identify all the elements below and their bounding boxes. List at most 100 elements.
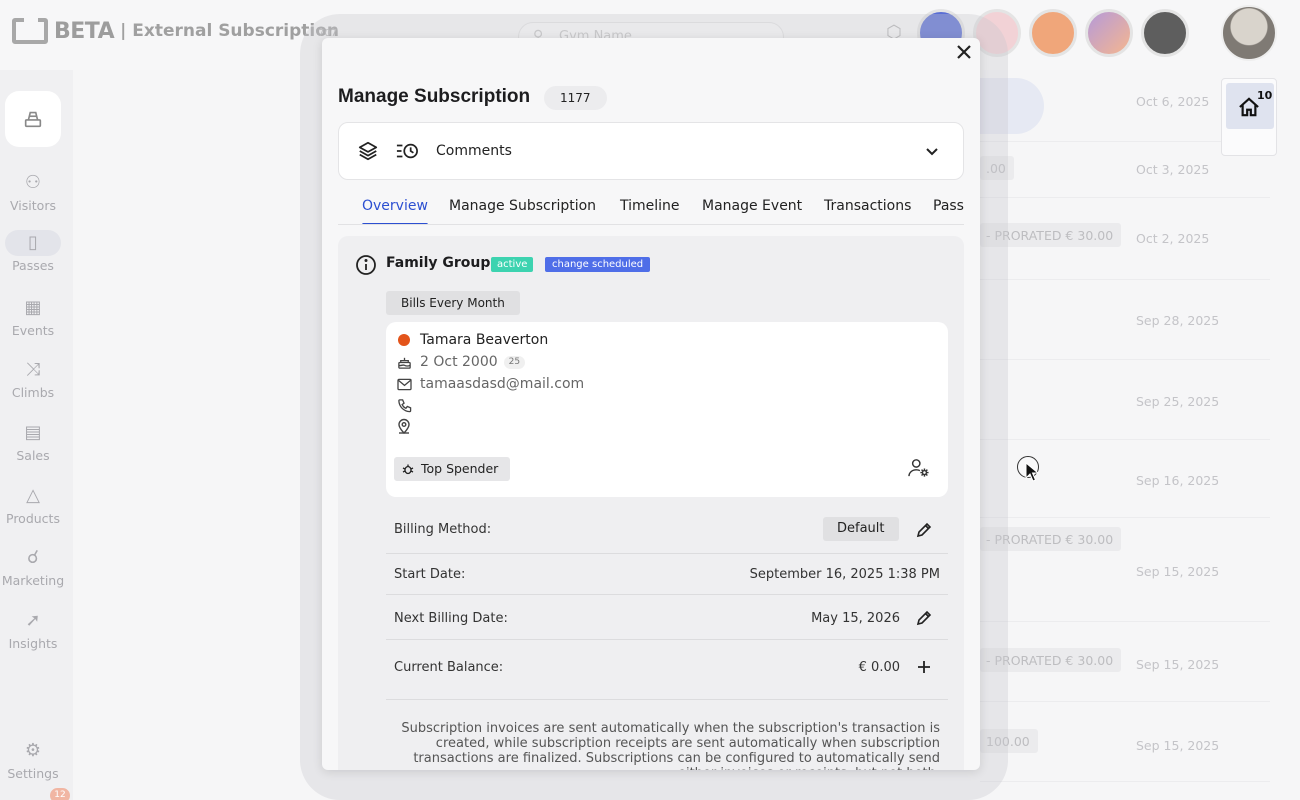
list-item[interactable]: - PRORATED € 30.00 Sep 15, 2025 (980, 518, 1270, 622)
info-icon[interactable] (355, 254, 377, 276)
list-item[interactable]: Sep 28, 2025 (980, 280, 1270, 360)
sidebar: ⚇ Visitors ▯ Passes ▦ Events ⤨ Climbs ▤ … (0, 70, 73, 800)
member-address-row (396, 418, 420, 434)
member-name-row: Tamara Beaverton (396, 332, 548, 348)
comments-panel[interactable]: Comments (338, 122, 964, 180)
comments-label: Comments (436, 143, 512, 159)
edit-billing-method-icon[interactable] (916, 522, 932, 538)
background-list: Oct 6, 2025 .00 Oct 3, 2025 - PRORATED €… (980, 70, 1270, 800)
row-date: Oct 2, 2025 (1136, 231, 1210, 246)
list-item[interactable]: Sep 16, 2025 (980, 440, 1270, 518)
occupancy-count: 10 (1257, 89, 1273, 102)
add-balance-icon[interactable] (917, 660, 931, 674)
close-button[interactable] (954, 44, 974, 64)
sidebar-item-sales[interactable]: ▤ Sales (0, 420, 66, 463)
member-email[interactable]: tamaasdasd@mail.com (420, 376, 584, 392)
member-email-row: tamaasdasd@mail.com (396, 376, 584, 392)
ticket-icon: ▯ (5, 230, 61, 256)
age-badge: 25 (503, 355, 526, 369)
member-birthday-row: 2 Oct 2000 25 (396, 354, 526, 370)
subscription-id-badge: 1177 (544, 86, 607, 110)
member-name[interactable]: Tamara Beaverton (420, 332, 548, 348)
row-date: Sep 15, 2025 (1136, 564, 1220, 579)
row-date: Sep 25, 2025 (1136, 394, 1220, 409)
row-date: Sep 28, 2025 (1136, 313, 1220, 328)
sidebar-item-climbs[interactable]: ⤨ Climbs (0, 357, 66, 400)
tab-timeline[interactable]: Timeline (620, 198, 680, 224)
billing-method-row: Billing Method: Default (386, 507, 948, 554)
tag-label: Top Spender (421, 461, 499, 476)
tab-passes[interactable]: Passes (933, 198, 964, 224)
invoice-info-note: Subscription invoices are sent automatic… (401, 721, 940, 770)
gear-icon: ⚙ (24, 740, 42, 761)
gym-avatar[interactable] (1141, 9, 1189, 57)
sidebar-item-label: Events (11, 323, 55, 338)
status-dot-icon (396, 332, 412, 348)
top-spender-tag[interactable]: Top Spender (394, 457, 511, 481)
edit-next-billing-date-icon[interactable] (916, 610, 932, 626)
widget-tile: 10 (1226, 83, 1274, 129)
billing-method-value: Default (823, 517, 899, 541)
start-date-label: Start Date: (394, 567, 466, 582)
gym-occupancy-widget[interactable]: 10 (1221, 78, 1277, 156)
current-balance-label: Current Balance: (394, 660, 504, 675)
next-billing-date-value: May 15, 2026 (811, 611, 900, 626)
sidebar-item-label: Visitors (10, 198, 56, 213)
sidebar-item-passes[interactable]: ▯ Passes (0, 230, 66, 273)
sidebar-item-visitors[interactable]: ⚇ Visitors (0, 170, 66, 213)
brand-logo[interactable]: BETA | External Subscription (12, 18, 339, 44)
member-phone-row (396, 397, 420, 413)
tab-bar: Overview Manage Subscription Timeline Ma… (338, 198, 964, 225)
mail-icon (396, 376, 412, 392)
history-icon[interactable] (395, 140, 419, 162)
next-billing-date-label: Next Billing Date: (394, 611, 508, 626)
sidebar-item-products[interactable]: △ Products (0, 483, 66, 526)
current-balance-row: Current Balance: € 0.00 (386, 640, 948, 700)
sidebar-item-marketing[interactable]: ☌ Marketing (0, 545, 66, 588)
member-birthday: 2 Oct 2000 (420, 354, 498, 370)
member-card: Tamara Beaverton 2 Oct 2000 25 tamaasdas… (386, 322, 948, 497)
home-button[interactable] (5, 91, 61, 147)
tab-overview[interactable]: Overview (362, 198, 428, 224)
tab-manage-subscription[interactable]: Manage Subscription (449, 198, 596, 224)
tab-manage-event[interactable]: Manage Event (702, 198, 802, 224)
row-date: Sep 15, 2025 (1136, 738, 1220, 753)
billing-cycle-chip: Bills Every Month (386, 291, 520, 315)
tab-transactions[interactable]: Transactions (824, 198, 911, 224)
sidebar-item-label: Products (6, 511, 60, 526)
sidebar-item-label: Sales (16, 448, 50, 463)
user-settings-icon[interactable] (908, 458, 930, 478)
sidebar-item-settings[interactable]: ⚙ Settings (0, 738, 66, 781)
sidebar-item-label: Climbs (11, 385, 55, 400)
chevron-down-icon[interactable] (924, 143, 940, 159)
list-item[interactable]: - PRORATED € 30.00 Oct 2, 2025 (980, 198, 1270, 280)
calendar-icon: ▦ (24, 297, 42, 318)
layers-icon[interactable] (357, 140, 379, 162)
sidebar-item-label: Settings (7, 766, 59, 781)
status-badge: active (491, 257, 534, 272)
sidebar-item-events[interactable]: ▦ Events (0, 295, 66, 338)
sidebar-item-insights[interactable]: ➚ Insights (0, 608, 66, 651)
close-icon (957, 45, 971, 59)
current-balance-value: € 0.00 (858, 660, 900, 675)
sidebar-item-label: Passes (12, 258, 54, 273)
route-icon: ⤨ (25, 359, 41, 380)
user-avatar[interactable] (1221, 5, 1277, 61)
start-date-row: Start Date: September 16, 2025 1:38 PM (386, 554, 948, 595)
list-item[interactable]: - PRORATED € 30.00 Sep 15, 2025 (980, 622, 1270, 702)
list-item[interactable]: Sep 25, 2025 (980, 360, 1270, 440)
row-date: Oct 6, 2025 (1136, 94, 1210, 109)
manage-subscription-modal: Manage Subscription 1177 Comments Overvi… (322, 38, 980, 770)
row-date: Sep 15, 2025 (1136, 657, 1220, 672)
phone-icon (396, 397, 412, 413)
billing-method-label: Billing Method: (394, 522, 492, 537)
gym-avatar[interactable] (1029, 9, 1077, 57)
logo-mark-icon (12, 18, 48, 44)
start-date-value: September 16, 2025 1:38 PM (749, 567, 940, 582)
gym-avatar[interactable] (1085, 9, 1133, 57)
users-icon: ⚇ (24, 172, 42, 193)
next-billing-date-row: Next Billing Date: May 15, 2026 (386, 595, 948, 640)
cursor-arrow-icon (1025, 462, 1039, 482)
row-date: Sep 16, 2025 (1136, 473, 1220, 488)
list-item[interactable]: 100.00 Sep 15, 2025 (980, 702, 1270, 782)
